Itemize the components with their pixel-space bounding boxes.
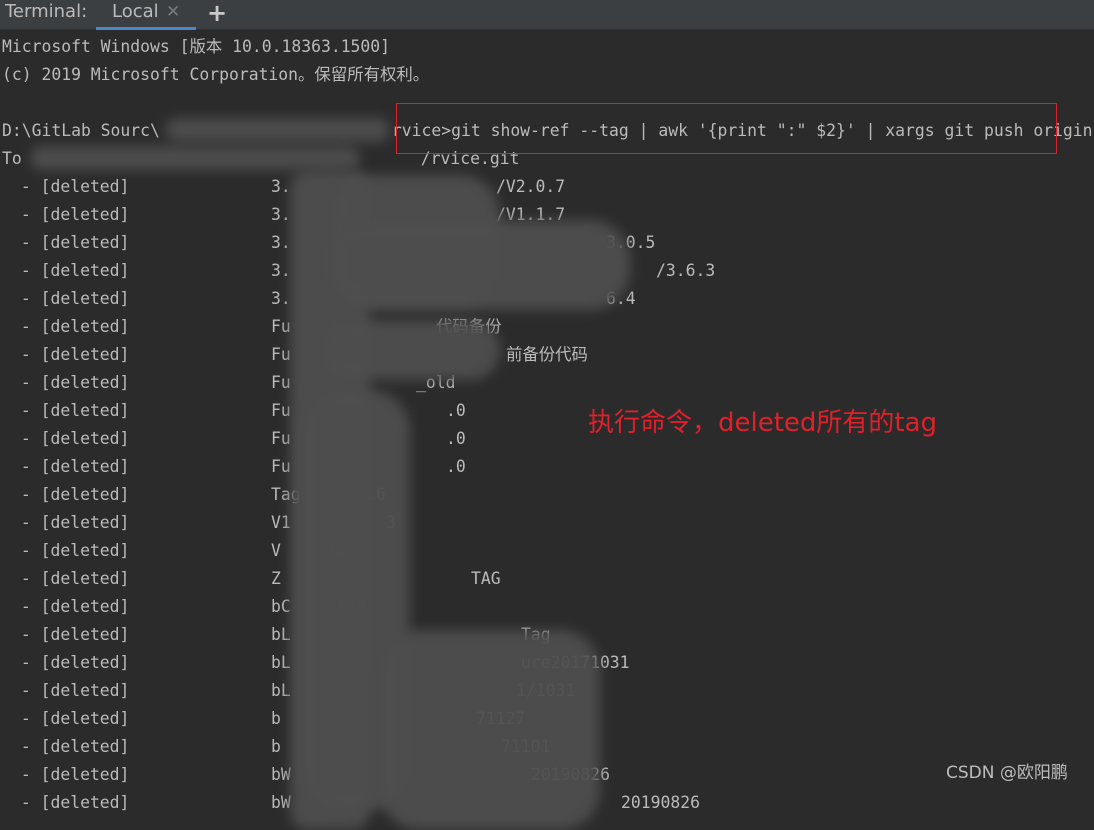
tag-name-start: bW	[271, 793, 291, 812]
deleted-row: - [deleted] Fu .0	[0, 453, 1000, 481]
tag-name-end: .0	[446, 429, 466, 448]
prompt-path: D:\GitLab Sourc\	[2, 121, 160, 140]
tag-name-start: Fu	[271, 317, 291, 336]
tab-local-label: Local	[112, 1, 159, 22]
tag-name-start: 3.	[271, 177, 291, 196]
add-tab-icon[interactable]: +	[207, 0, 227, 27]
tag-name-end: .0	[446, 457, 466, 476]
deleted-marker: - [deleted]	[11, 261, 130, 280]
deleted-marker: - [deleted]	[11, 345, 130, 364]
deleted-marker: - [deleted]	[11, 681, 130, 700]
deleted-marker: - [deleted]	[11, 765, 130, 784]
tag-name-start: 3.	[271, 261, 291, 280]
deleted-marker: - [deleted]	[11, 737, 130, 756]
tag-name-start: bW	[271, 765, 291, 784]
redaction-blur	[30, 146, 360, 170]
deleted-row: - [deleted]bC129	[0, 593, 1000, 621]
deleted-marker: - [deleted]	[11, 205, 130, 224]
deleted-row: - [deleted] 3. /V2.0.7	[0, 173, 1000, 201]
tag-name-start: bL	[271, 653, 291, 672]
annotation-text: 执行命令，deleted所有的tag	[588, 408, 938, 438]
tag-name-end: .0	[446, 401, 466, 420]
tab-local[interactable]: Local ✕	[96, 0, 196, 30]
deleted-marker: - [deleted]	[11, 625, 130, 644]
deleted-row: - [deleted]Fu代码备份	[0, 313, 1000, 341]
deleted-marker: - [deleted]	[11, 317, 130, 336]
tag-name-start: bL	[271, 681, 291, 700]
tag-name-start: b	[271, 737, 281, 756]
tag-name-start: bC	[271, 597, 291, 616]
deleted-marker: - [deleted]	[11, 597, 130, 616]
tag-name-start: Fu	[271, 345, 291, 364]
tag-name-start: V	[271, 541, 281, 560]
deleted-marker: - [deleted]	[11, 653, 130, 672]
redaction-blur	[320, 320, 500, 380]
deleted-marker: - [deleted]	[11, 485, 130, 504]
tag-name-end: /V2.0.7	[496, 177, 566, 196]
deleted-marker: - [deleted]	[11, 793, 130, 812]
deleted-marker: - [deleted]	[11, 569, 130, 588]
watermark: CSDN @欧阳鹏	[946, 763, 1068, 783]
to-prefix: To	[2, 149, 22, 168]
deleted-marker: - [deleted]	[11, 709, 130, 728]
header-line: (c) 2019 Microsoft Corporation。保留所有权利。	[2, 65, 430, 84]
tag-name-start: Fu	[271, 373, 291, 392]
redaction-blur	[380, 630, 600, 830]
deleted-marker: - [deleted]	[11, 233, 130, 252]
tag-name-start: Fu	[271, 457, 291, 476]
deleted-marker: - [deleted]	[11, 401, 130, 420]
tag-name-start: b	[271, 709, 281, 728]
deleted-row: - [deleted]Tag.6	[0, 481, 1000, 509]
deleted-marker: - [deleted]	[11, 373, 130, 392]
terminal-tabbar: Terminal: Local ✕ +	[0, 0, 1094, 30]
deleted-marker: - [deleted]	[11, 513, 130, 532]
redaction-blur	[330, 220, 630, 310]
deleted-marker: - [deleted]	[11, 177, 130, 196]
redaction-blur	[165, 118, 390, 142]
deleted-marker: - [deleted]	[11, 289, 130, 308]
tag-name-end: 20190826	[621, 793, 700, 812]
deleted-row: - [deleted]VTA	[0, 537, 1000, 565]
tag-name-start: 3.	[271, 289, 291, 308]
tag-name-start: Z	[271, 569, 281, 588]
deleted-marker: - [deleted]	[11, 541, 130, 560]
tag-name-start: 3.	[271, 205, 291, 224]
deleted-marker: - [deleted]	[11, 457, 130, 476]
tag-name-end: /3.6.3	[656, 261, 716, 280]
deleted-marker: - [deleted]	[11, 429, 130, 448]
tag-name-start: bL	[271, 625, 291, 644]
command-highlight-box	[396, 103, 1057, 154]
header-line: Microsoft Windows [版本 10.0.18363.1500]	[2, 37, 391, 56]
tag-name-start: Fu	[271, 429, 291, 448]
terminal-title: Terminal:	[5, 1, 88, 22]
tag-name-start: 3.	[271, 233, 291, 252]
deleted-row: - [deleted]V13	[0, 509, 1000, 537]
deleted-row: - [deleted] Fu _old	[0, 369, 1000, 397]
deleted-row: - [deleted] Fu 前备份代码	[0, 341, 1000, 369]
deleted-row: - [deleted] Z TAG	[0, 565, 1000, 593]
tag-name-end: TAG	[471, 569, 501, 588]
close-icon[interactable]: ✕	[166, 2, 180, 22]
tag-name-end: 前备份代码	[506, 345, 588, 364]
tag-name-start: Fu	[271, 401, 291, 420]
tag-name-start: V1	[271, 513, 291, 532]
